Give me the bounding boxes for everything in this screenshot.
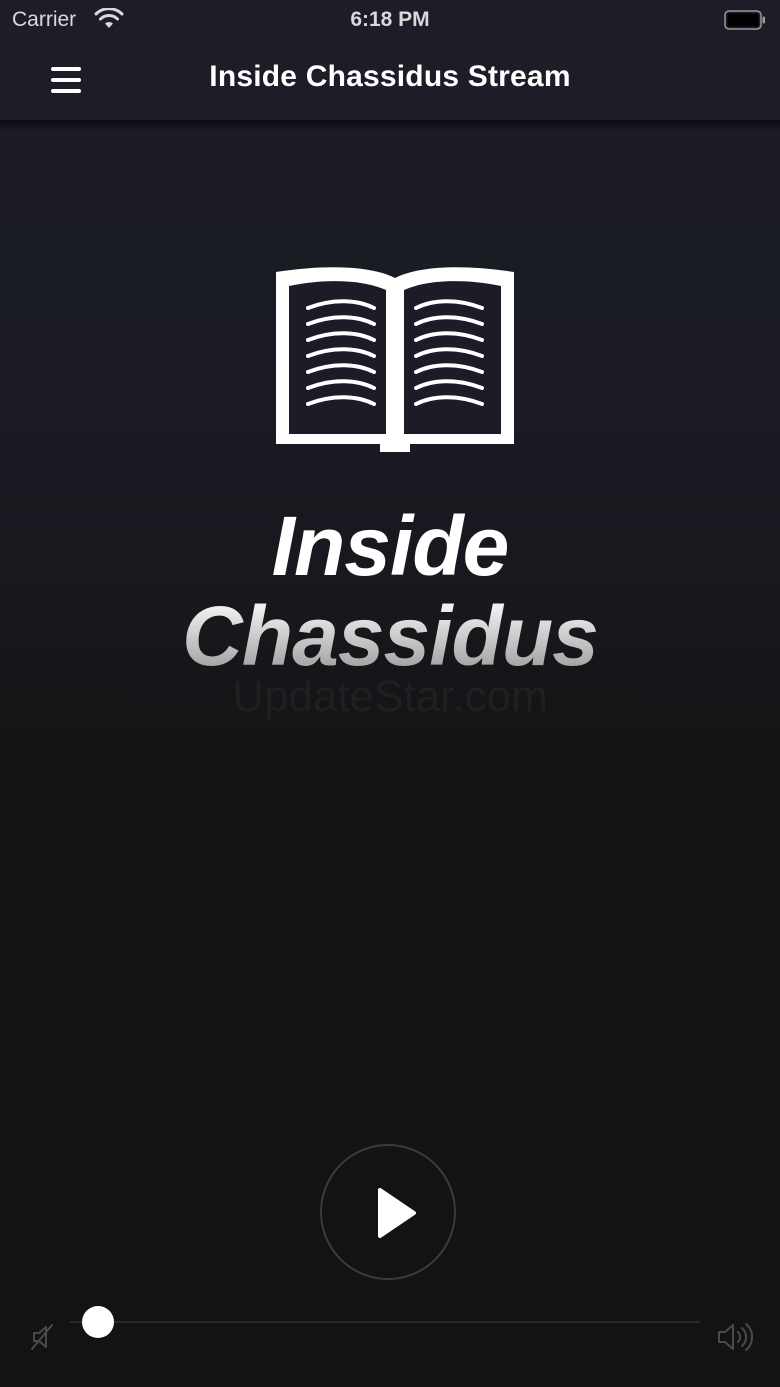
- mute-speaker-icon[interactable]: [28, 1322, 58, 1352]
- logo-title-line2: Chassidus: [0, 588, 780, 685]
- volume-slider[interactable]: [70, 1302, 700, 1342]
- logo-title-line1: Inside: [271, 499, 510, 593]
- status-time: 6:18 PM: [350, 8, 430, 31]
- play-icon: [378, 1188, 416, 1238]
- status-bar: Carrier 6:18 PM: [0, 0, 780, 40]
- open-book-icon: [276, 267, 514, 452]
- play-button[interactable]: [320, 1144, 456, 1280]
- speaker-loud-icon[interactable]: [716, 1320, 754, 1354]
- nav-shadow: [0, 120, 780, 132]
- volume-slider-track: [70, 1321, 700, 1323]
- page-title: Inside Chassidus Stream: [209, 60, 571, 93]
- battery-icon: [724, 10, 765, 30]
- app-screen: Carrier 6:18 PM Inside Chassidus Stream: [0, 0, 780, 1387]
- volume-slider-thumb[interactable]: [82, 1306, 114, 1338]
- navigation-bar: Inside Chassidus Stream: [0, 40, 780, 120]
- watermark-text: UpdateStar.com: [0, 672, 780, 722]
